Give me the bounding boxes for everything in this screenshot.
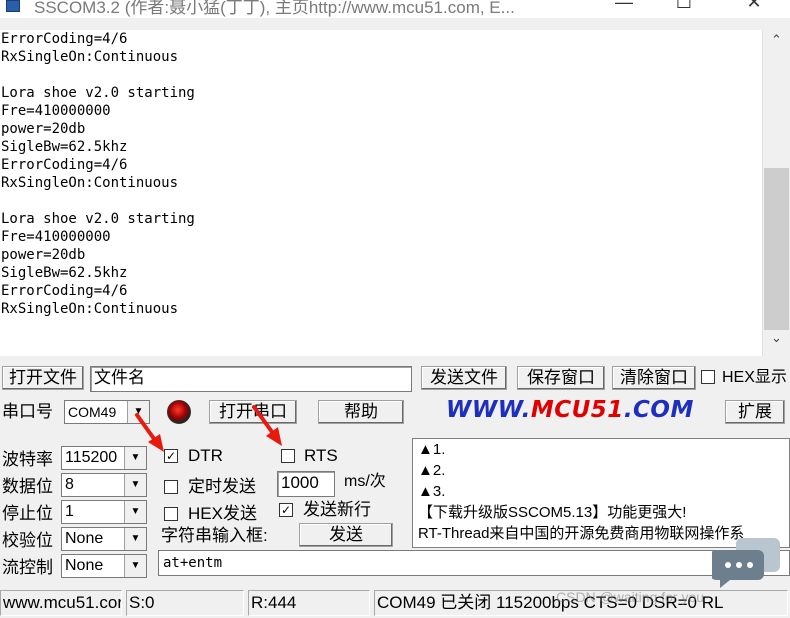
flow-control-label: 流控制 [2,558,53,577]
parity-label: 校验位 [2,531,53,550]
open-file-button[interactable]: 打开文件 [2,366,84,390]
hex-display-label: HEX显示 [722,369,787,386]
chevron-down-icon: ▼ [124,555,146,577]
annotation-arrow-icon [135,413,164,452]
terminal-line: SigleBw=62.5khz [1,265,128,281]
terminal-line: RxSingleOn:Continuous [1,175,179,191]
send-button[interactable]: 发送 [299,523,393,547]
parity-select[interactable]: None ▼ [61,527,147,551]
hex-send-label: HEX发送 [188,504,257,523]
terminal-line: power=20db [1,121,86,137]
stopbits-select[interactable]: 1 ▼ [61,500,147,524]
scrollbar-thumb[interactable] [764,168,789,330]
databits-select[interactable]: 8 ▼ [61,473,147,497]
file-name-input[interactable]: 文件名 [90,366,412,392]
chat-bubble-icon[interactable] [712,538,782,588]
minimize-button[interactable]: — [604,0,644,13]
terminal-line: SigleBw=62.5khz [1,139,128,155]
chevron-down-icon: ▼ [124,501,146,523]
flow-control-select[interactable]: None ▼ [61,554,147,578]
terminal-line: Lora shoe v2.0 starting [1,85,195,101]
vertical-scrollbar[interactable]: ⌃ ⌄ [762,30,790,356]
port-label: 串口号 [2,402,53,421]
annotation-arrow-icon [252,405,282,446]
terminal-line: RxSingleOn:Continuous [1,49,179,65]
timed-send-checkbox[interactable] [164,480,178,494]
send-newline-checkbox[interactable]: ✓ [279,503,293,517]
baud-label: 波特率 [2,450,53,469]
app-icon [6,0,20,12]
mcu51-logo: WWW.MCU51.COM [446,397,694,423]
receive-terminal[interactable]: ErrorCoding=4/6 RxSingleOn:Continuous Lo… [0,30,762,356]
csdn-watermark: CSDN @waiting for you [556,589,705,605]
send-newline-label: 发送新行 [303,500,371,519]
terminal-line: RxSingleOn:Continuous [1,301,179,317]
chevron-down-icon: ▼ [124,528,146,550]
status-received-count: R:444 [248,590,370,616]
terminal-line: ErrorCoding=4/6 [1,283,128,299]
dtr-label: DTR [188,446,223,465]
expand-button[interactable]: 扩展 [725,400,785,424]
stopbits-label: 停止位 [2,504,53,523]
databits-label: 数据位 [2,477,53,496]
terminal-line: Fre=410000000 [1,103,111,119]
title-bar: SSCOM3.2 (作者:聂小猛(丁丁), 主页http://www.mcu51… [0,0,790,18]
hex-display-checkbox[interactable] [701,370,715,384]
hex-send-checkbox[interactable] [164,507,178,521]
terminal-line: power=20db [1,247,86,263]
info-line: ▲3. [418,483,446,500]
dtr-checkbox[interactable]: ✓ [164,449,178,463]
info-line: ▲2. [418,462,446,479]
window-title: SSCOM3.2 (作者:聂小猛(丁丁), 主页http://www.mcu51… [34,0,515,17]
terminal-line: ErrorCoding=4/6 [1,157,128,173]
help-button[interactable]: 帮助 [318,400,404,424]
send-string-input[interactable]: at+entm [158,550,790,576]
rts-checkbox[interactable] [281,449,295,463]
clear-window-button[interactable]: 清除窗口 [612,366,696,390]
info-panel: ▲1. ▲2. ▲3. 【下载升级版SSCOM5.13】功能更强大! RT-Th… [412,438,790,548]
chevron-down-icon: ▼ [124,474,146,496]
input-label: 字符串输入框: [161,526,268,545]
close-button[interactable]: ✕ [734,0,774,13]
info-line: ▲1. [418,441,446,458]
scroll-up-icon[interactable]: ⌃ [763,32,790,56]
download-upgrade-link[interactable]: 【下载升级版SSCOM5.13】功能更强大! [413,502,789,523]
interval-input[interactable]: 1000 [277,471,335,497]
scroll-down-icon[interactable]: ⌄ [763,330,790,354]
port-status-led-icon [167,400,191,424]
status-sent-count: S:0 [126,590,244,616]
maximize-button[interactable]: ☐ [664,0,704,13]
rts-label: RTS [304,446,338,465]
terminal-line: ErrorCoding=4/6 [1,31,128,47]
timed-send-label: 定时发送 [188,477,256,496]
send-file-button[interactable]: 发送文件 [421,366,507,390]
terminal-line: Lora shoe v2.0 starting [1,211,195,227]
save-window-button[interactable]: 保存窗口 [517,366,605,390]
interval-unit-label: ms/次 [344,473,386,490]
status-url: www.mcu51.cor [0,590,122,616]
terminal-line: Fre=410000000 [1,229,111,245]
